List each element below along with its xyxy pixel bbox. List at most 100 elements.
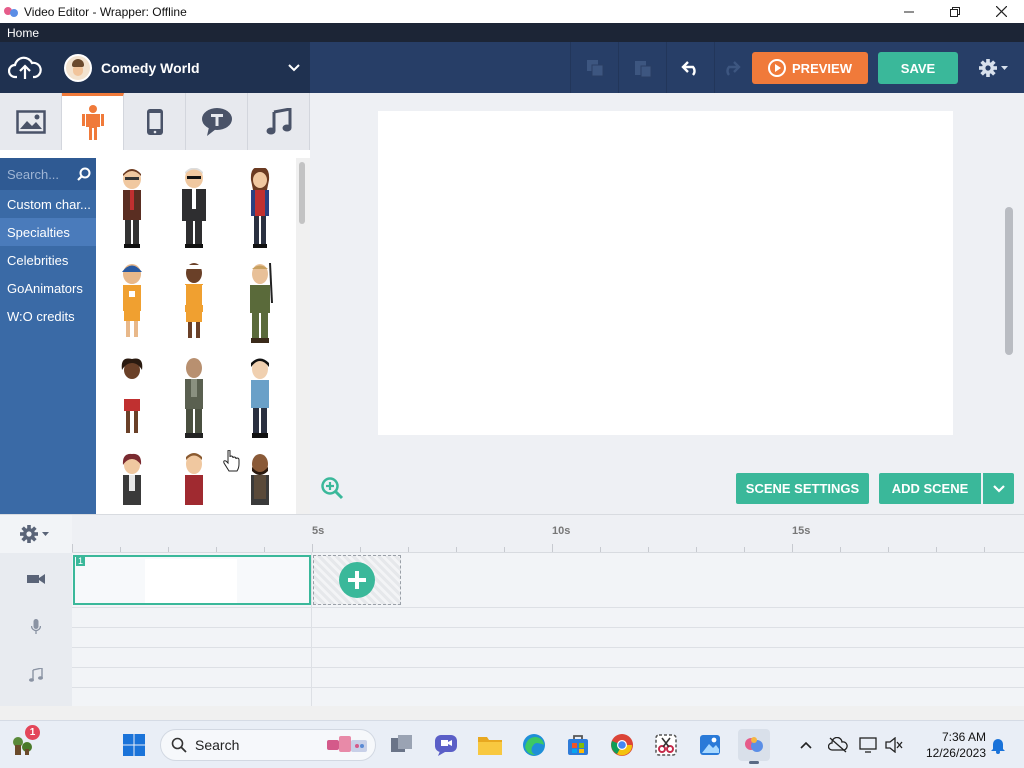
tab-text[interactable] bbox=[186, 93, 248, 150]
toolbar-separator bbox=[618, 42, 619, 93]
chrome-button[interactable] bbox=[606, 729, 638, 761]
system-clock[interactable]: 7:36 AM 12/26/2023 bbox=[912, 729, 986, 761]
start-button[interactable] bbox=[118, 729, 150, 761]
search-input[interactable] bbox=[7, 166, 73, 182]
clock-time: 7:36 AM bbox=[941, 730, 986, 744]
asset-library: Custom char... Specialties Celebrities G… bbox=[0, 150, 310, 514]
microsoft-store-button[interactable] bbox=[562, 729, 594, 761]
character-thumbnail[interactable] bbox=[240, 453, 280, 514]
person-icon bbox=[81, 105, 104, 140]
maximize-button[interactable] bbox=[932, 0, 978, 23]
folder-icon bbox=[478, 737, 502, 755]
add-scene-dropdown-button[interactable] bbox=[983, 473, 1014, 504]
paste-button[interactable] bbox=[620, 42, 666, 93]
show-hidden-icons-button[interactable] bbox=[796, 735, 816, 755]
tab-characters[interactable] bbox=[62, 93, 124, 150]
add-scene-button[interactable]: ADD SCENE bbox=[879, 473, 981, 504]
photos-button[interactable] bbox=[694, 729, 726, 761]
edge-browser-button[interactable] bbox=[518, 729, 550, 761]
timeline-ruler[interactable]: 5s 10s 15s bbox=[72, 515, 1024, 553]
taskbar-search[interactable]: Search bbox=[160, 729, 376, 761]
plus-glyph bbox=[348, 571, 366, 589]
ruler-tick bbox=[840, 547, 841, 552]
category-specialties[interactable]: Specialties bbox=[0, 218, 96, 246]
ruler-label: 10s bbox=[552, 525, 571, 537]
copy-button[interactable] bbox=[572, 42, 618, 93]
save-button[interactable]: SAVE bbox=[878, 52, 958, 84]
restore-icon bbox=[950, 6, 960, 17]
character-thumbnail[interactable] bbox=[240, 358, 280, 440]
scene-settings-button[interactable]: SCENE SETTINGS bbox=[736, 473, 869, 504]
undo-icon bbox=[681, 60, 696, 76]
chat-icon bbox=[435, 735, 457, 756]
redo-icon bbox=[726, 60, 741, 76]
scene-canvas[interactable] bbox=[378, 111, 953, 435]
scrollbar-thumb[interactable] bbox=[1005, 207, 1013, 355]
preview-button[interactable]: PREVIEW bbox=[752, 52, 868, 84]
ruler-tick bbox=[168, 547, 169, 552]
add-scene-slot[interactable] bbox=[313, 555, 401, 605]
task-view-button[interactable] bbox=[386, 729, 418, 761]
tab-props[interactable] bbox=[124, 93, 186, 150]
stage-scrollbar[interactable] bbox=[1002, 97, 1016, 507]
cloud-offline-icon bbox=[828, 737, 848, 753]
character-thumbnail[interactable] bbox=[112, 263, 152, 345]
toolbar-separator bbox=[666, 42, 667, 93]
scrollbar-thumb[interactable] bbox=[299, 162, 305, 224]
toolbar-separator bbox=[714, 42, 715, 93]
file-explorer-button[interactable] bbox=[474, 729, 506, 761]
category-custom-characters[interactable]: Custom char... bbox=[0, 190, 96, 218]
close-button[interactable] bbox=[978, 0, 1024, 23]
library-scrollbar[interactable] bbox=[296, 158, 310, 514]
redo-button[interactable] bbox=[716, 42, 746, 93]
character-thumbnail[interactable] bbox=[174, 168, 214, 250]
category-goanimators[interactable]: GoAnimators bbox=[0, 274, 96, 302]
notifications-button[interactable] bbox=[988, 735, 1008, 755]
tab-backgrounds[interactable] bbox=[0, 93, 62, 150]
search-icon bbox=[171, 737, 187, 753]
network-status-button[interactable] bbox=[828, 735, 848, 755]
app-logo-icon bbox=[4, 5, 18, 19]
ruler-tick bbox=[552, 544, 553, 552]
minimize-button[interactable] bbox=[886, 0, 932, 23]
character-thumbnail[interactable] bbox=[174, 453, 214, 514]
theme-selector[interactable]: Comedy World bbox=[50, 42, 310, 93]
character-thumbnail[interactable] bbox=[240, 263, 280, 345]
menu-home[interactable]: Home bbox=[7, 26, 39, 40]
widgets-button[interactable]: 1 bbox=[6, 725, 40, 761]
wrapper-offline-button[interactable] bbox=[738, 729, 770, 764]
character-thumbnail[interactable] bbox=[112, 453, 152, 514]
play-icon bbox=[768, 59, 787, 77]
character-thumbnail[interactable] bbox=[174, 358, 214, 440]
search-icon[interactable] bbox=[77, 167, 91, 181]
theme-name: Comedy World bbox=[101, 59, 200, 76]
timeline-horizontal-scrollbar[interactable] bbox=[0, 706, 1024, 720]
track-divider bbox=[72, 667, 1024, 668]
upload-button[interactable] bbox=[0, 42, 50, 93]
microphone-icon bbox=[31, 619, 41, 634]
chevron-down-icon bbox=[992, 484, 1005, 493]
category-wo-credits[interactable]: W:O credits bbox=[0, 302, 96, 330]
category-celebrities[interactable]: Celebrities bbox=[0, 246, 96, 274]
zoom-button[interactable] bbox=[320, 476, 344, 500]
timeline-settings-button[interactable] bbox=[0, 515, 72, 553]
volume-button[interactable] bbox=[884, 735, 904, 755]
character-thumbnail[interactable] bbox=[240, 168, 280, 250]
ruler-tick bbox=[600, 547, 601, 552]
volume-muted-icon bbox=[885, 737, 903, 753]
ruler-tick bbox=[456, 547, 457, 552]
character-thumbnail[interactable] bbox=[112, 168, 152, 250]
image-icon bbox=[15, 109, 46, 134]
snipping-tool-button[interactable] bbox=[650, 729, 682, 761]
tab-sounds[interactable] bbox=[248, 93, 310, 150]
teams-chat-button[interactable] bbox=[430, 729, 462, 761]
settings-menu-button[interactable] bbox=[972, 52, 1016, 84]
scene-clip[interactable]: 1 bbox=[73, 555, 311, 605]
bell-icon bbox=[991, 739, 1005, 754]
edge-icon bbox=[523, 734, 545, 756]
display-button[interactable] bbox=[858, 735, 878, 755]
undo-button[interactable] bbox=[668, 42, 714, 93]
character-thumbnail[interactable] bbox=[174, 263, 214, 345]
ruler-tick bbox=[120, 547, 121, 552]
character-thumbnail[interactable] bbox=[112, 358, 152, 440]
